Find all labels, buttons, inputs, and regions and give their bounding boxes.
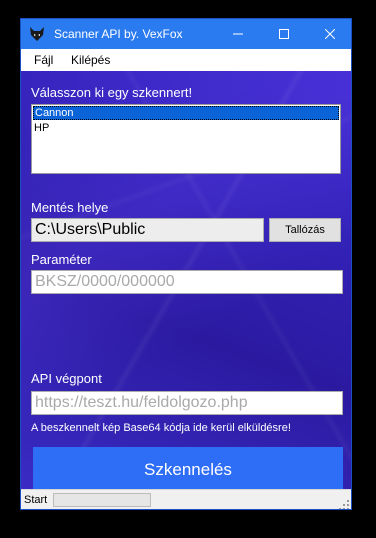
- scan-button[interactable]: Szkennelés: [33, 447, 343, 492]
- progress-bar: [53, 493, 151, 507]
- scanner-item[interactable]: HP: [32, 121, 340, 135]
- maximize-icon: [279, 29, 289, 39]
- menu-file[interactable]: Fájl: [34, 53, 53, 67]
- status-bar: Start: [21, 489, 351, 510]
- maximize-button[interactable]: [261, 19, 307, 49]
- minimize-icon: [233, 33, 243, 35]
- title-bar[interactable]: Scanner API by. VexFox: [21, 19, 351, 49]
- close-button[interactable]: [307, 19, 351, 49]
- api-label: API végpont: [31, 371, 102, 386]
- resize-grip-icon[interactable]: [339, 500, 349, 510]
- close-icon: [325, 29, 335, 39]
- menu-exit[interactable]: Kilépés: [71, 53, 110, 67]
- api-hint-text: A beszkennelt kép Base64 kódja ide kerül…: [31, 422, 291, 434]
- save-path-field[interactable]: C:\Users\Public: [31, 218, 264, 242]
- main-panel: Válasszon ki egy szkennert! Cannon HP Me…: [21, 71, 351, 492]
- param-input[interactable]: BKSZ/0000/000000: [31, 270, 343, 294]
- status-text: Start: [24, 494, 48, 506]
- scanner-label: Válasszon ki egy szkennert!: [31, 85, 193, 100]
- app-window: Scanner API by. VexFox Fájl Kilépés Vála…: [20, 18, 352, 510]
- menu-bar: Fájl Kilépés: [21, 49, 351, 71]
- api-endpoint-input[interactable]: https://teszt.hu/feldolgozo.php: [31, 391, 343, 415]
- browse-button[interactable]: Tallózás: [269, 218, 341, 242]
- param-label: Paraméter: [31, 252, 92, 267]
- save-location-label: Mentés helye: [31, 200, 109, 215]
- scanner-list[interactable]: Cannon HP: [31, 104, 341, 174]
- window-title: Scanner API by. VexFox: [54, 27, 183, 41]
- fox-logo-icon: [29, 26, 45, 42]
- scanner-item[interactable]: Cannon: [33, 106, 339, 120]
- minimize-button[interactable]: [215, 19, 261, 49]
